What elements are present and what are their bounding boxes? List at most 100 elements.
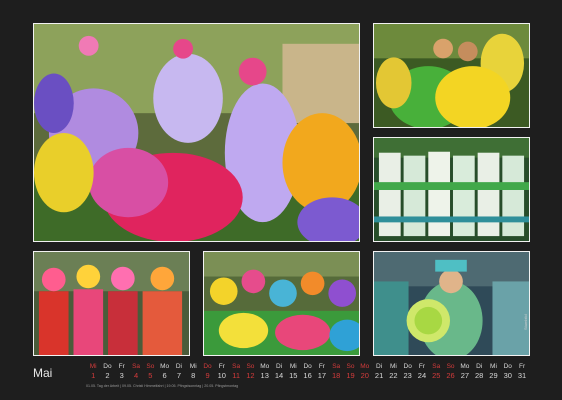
calendar-day: Di 14: [272, 362, 286, 381]
calendar-day: Do 30: [501, 362, 515, 381]
calendar-day: Do 2: [100, 362, 114, 381]
calendar-day: Di 21: [372, 362, 386, 381]
day-number: 2: [105, 371, 110, 380]
calendar-day: So 19: [343, 362, 357, 381]
weekday-label: Mi: [189, 363, 197, 370]
calendar-day: Mo 6: [157, 362, 171, 381]
calendar-day: Sa 4: [129, 362, 143, 381]
day-number: 1: [91, 371, 96, 380]
weekday-label: Fr: [418, 363, 426, 370]
calendar-day: Mi 29: [486, 362, 500, 381]
calendar-day: Sa 25: [429, 362, 443, 381]
day-number: 4: [133, 371, 139, 380]
day-number: 22: [389, 371, 398, 380]
day-number: 15: [289, 371, 298, 380]
weekday-label: Sa: [332, 363, 341, 370]
weekday-label: So: [246, 363, 255, 370]
day-number: 31: [517, 371, 527, 380]
calendar-day: Mo 20: [358, 362, 372, 381]
day-number: 27: [460, 371, 470, 380]
weekday-label: Mi: [89, 363, 97, 370]
weekday-label: Sa: [132, 363, 141, 370]
weekday-label: Di: [175, 363, 182, 370]
weekday-label: Fr: [118, 363, 125, 370]
weekday-label: Mi: [289, 363, 297, 370]
photo-parade-float-flowers: [33, 23, 360, 242]
day-number: 28: [474, 371, 484, 380]
weekday-label: Di: [275, 363, 283, 370]
calendar-day: Sa 11: [229, 362, 243, 381]
calendar-day: Fr 24: [415, 362, 429, 381]
day-number: 10: [217, 371, 226, 380]
photo-woman-with-flower-basket: [373, 251, 530, 356]
day-number: 21: [374, 371, 384, 380]
calendar-day: Mi 1: [86, 362, 100, 381]
weekday-label: Do: [303, 363, 312, 370]
weekday-label: Mo: [460, 363, 470, 370]
day-number: 9: [205, 371, 210, 380]
calendar-strip: Mi 1 Do 2 Fr 3 Sa 4 So 5 Mo 6 Di 7 Mi 8 Do 9 Fr 10 Sa 11 So 12 M…: [86, 362, 529, 381]
weekday-label: So: [146, 363, 155, 370]
day-number: 23: [403, 371, 412, 380]
weekday-label: Mi: [389, 363, 397, 370]
weekday-label: Mo: [160, 363, 170, 370]
weekday-label: Sa: [432, 363, 441, 370]
day-number: 16: [303, 371, 312, 380]
day-number: 12: [246, 371, 255, 380]
day-number: 25: [432, 371, 441, 380]
photo-women-flower-headdresses: [33, 251, 190, 356]
weekday-label: Mi: [490, 363, 497, 370]
day-number: 24: [417, 371, 427, 380]
calendar-day: Sa 18: [329, 362, 343, 381]
day-number: 13: [260, 371, 269, 380]
calendar-day: Di 28: [472, 362, 486, 381]
photo-colorful-crowd-costumes: [203, 251, 360, 356]
weekday-label: So: [446, 363, 455, 370]
calendar-day: Mi 15: [286, 362, 300, 381]
day-number: 17: [317, 371, 327, 380]
calendar-day: Fr 31: [515, 362, 529, 381]
calendar-day: Di 7: [172, 362, 186, 381]
weekday-label: Fr: [518, 363, 526, 370]
holiday-notes: 01.05. Tag der Arbeit | 09.05. Christi H…: [86, 384, 239, 388]
weekday-label: Fr: [318, 363, 325, 370]
weekday-label: Do: [403, 363, 412, 370]
photo-girls-green-yellow-dresses: [373, 23, 530, 128]
calendar-day: Do 16: [300, 362, 314, 381]
calendar-day: Mo 27: [458, 362, 472, 381]
weekday-label: Do: [503, 363, 512, 370]
day-number: 8: [191, 371, 196, 380]
calendar-day: Mo 13: [258, 362, 272, 381]
day-number: 3: [119, 371, 124, 380]
month-label: Mai: [33, 366, 53, 380]
day-number: 19: [346, 371, 355, 380]
calendar-day: Mi 8: [186, 362, 200, 381]
calendar-day: Fr 3: [115, 362, 129, 381]
day-number: 18: [332, 371, 341, 380]
calendar-day: So 5: [143, 362, 157, 381]
calendar-day: Fr 17: [315, 362, 329, 381]
weekday-label: Fr: [218, 363, 225, 370]
day-number: 5: [148, 371, 153, 380]
photo-dancers-green-costumes: [373, 137, 530, 242]
weekday-label: Di: [476, 363, 483, 370]
day-number: 6: [162, 371, 167, 380]
weekday-label: Sa: [232, 363, 241, 370]
weekday-label: So: [346, 363, 355, 370]
day-number: 26: [446, 371, 455, 380]
day-number: 14: [274, 371, 284, 380]
day-number: 30: [503, 371, 512, 380]
weekday-label: Mo: [260, 363, 270, 370]
calendar-day: Mi 22: [386, 362, 400, 381]
calendar-day: So 12: [243, 362, 257, 381]
weekday-label: Di: [376, 363, 383, 370]
day-number: 20: [360, 371, 369, 380]
weekday-label: Do: [203, 363, 212, 370]
photo-credit: Stumbild: [523, 314, 528, 330]
day-number: 7: [176, 371, 182, 380]
weekday-label: Mo: [360, 363, 370, 370]
day-number: 29: [489, 371, 498, 380]
calendar-day: Do 23: [401, 362, 415, 381]
day-number: 11: [232, 371, 241, 380]
calendar-day: Fr 10: [215, 362, 229, 381]
